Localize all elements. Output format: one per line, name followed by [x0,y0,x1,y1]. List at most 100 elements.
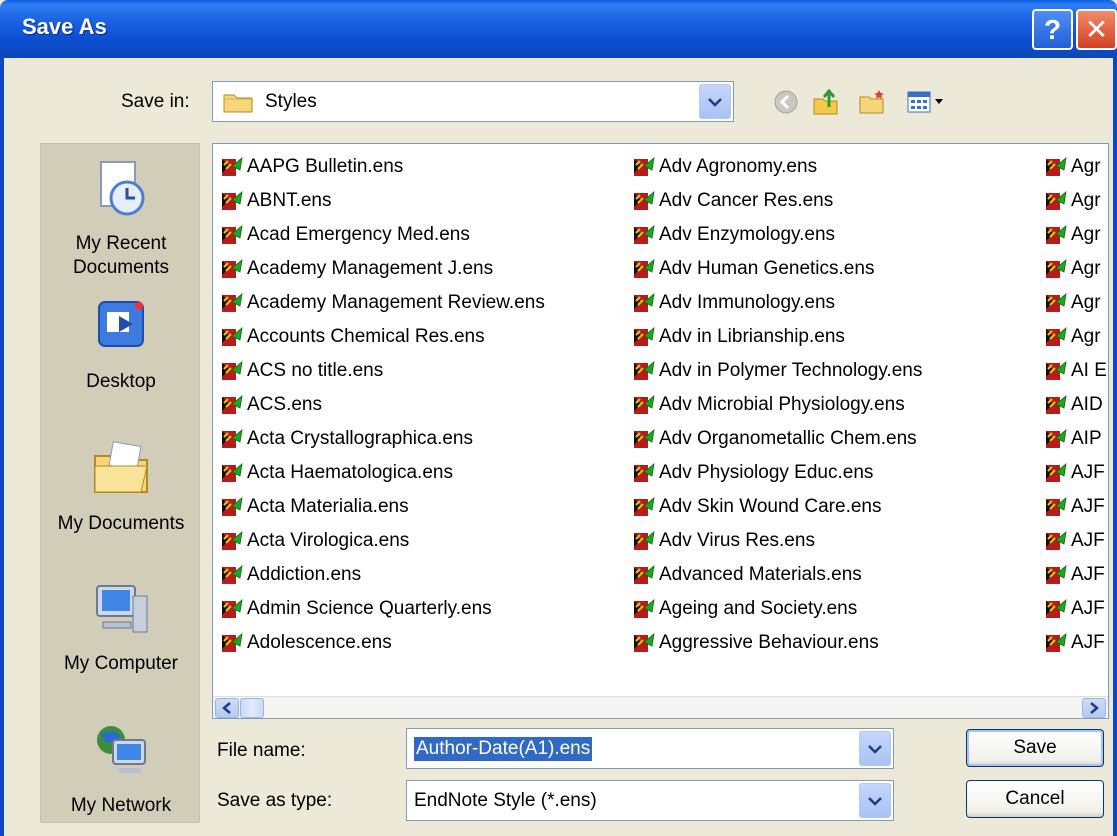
file-item[interactable]: Agr [1045,252,1107,286]
title-bar[interactable]: Save As ? ✕ [0,0,1117,58]
file-item[interactable]: AJF [1045,456,1107,490]
file-item[interactable]: Aggressive Behaviour.ens [633,626,922,660]
file-item[interactable]: Acta Haematologica.ens [221,456,545,490]
file-item[interactable]: Agr [1045,150,1107,184]
file-item[interactable]: AJF [1045,558,1107,592]
file-item[interactable]: AI E [1045,354,1107,388]
file-item[interactable]: Adv Organometallic Chem.ens [633,422,922,456]
save-button[interactable]: Save [966,729,1104,767]
file-item[interactable]: Adv Skin Wound Care.ens [633,490,922,524]
file-item[interactable]: Accounts Chemical Res.ens [221,320,545,354]
chevron-down-icon[interactable] [859,731,891,766]
file-item[interactable]: Acta Virologica.ens [221,524,545,558]
file-name: Accounts Chemical Res.ens [247,326,485,347]
endnote-style-file-icon [222,531,243,550]
save-in-dropdown[interactable]: Styles [212,81,734,122]
endnote-style-file-icon [634,395,655,414]
file-name-input[interactable]: Author-Date(A1).ens [406,728,894,769]
file-name: AID [1071,394,1103,415]
file-name: AJF [1071,462,1105,483]
file-item[interactable]: AID [1045,388,1107,422]
chevron-down-icon[interactable] [859,783,891,818]
endnote-style-file-icon [1046,565,1067,584]
file-name-value[interactable]: Author-Date(A1).ens [414,736,593,761]
scroll-thumb[interactable] [240,698,264,718]
file-item[interactable]: Acad Emergency Med.ens [221,218,545,252]
file-item[interactable]: Agr [1045,184,1107,218]
file-item[interactable]: Adv Physiology Educ.ens [633,456,922,490]
file-item[interactable]: Agr [1045,286,1107,320]
file-item[interactable]: Adv Immunology.ens [633,286,922,320]
file-name: Addiction.ens [247,564,362,585]
endnote-style-file-icon [634,531,655,550]
endnote-style-file-icon [634,463,655,482]
file-name: AI E [1071,360,1107,381]
file-item[interactable]: ACS no title.ens [221,354,545,388]
up-one-level-icon[interactable] [810,86,842,118]
file-item[interactable]: AJF [1045,490,1107,524]
file-name: AJF [1071,496,1105,517]
file-item[interactable]: AJF [1045,524,1107,558]
file-item[interactable]: AIP [1045,422,1107,456]
file-item[interactable]: Acta Materialia.ens [221,490,545,524]
file-item[interactable]: ACS.ens [221,388,545,422]
file-name: Adolescence.ens [247,632,392,653]
file-item[interactable]: Advanced Materials.ens [633,558,922,592]
save-as-type-dropdown[interactable]: EndNote Style (*.ens) [406,780,894,821]
file-item[interactable]: Adolescence.ens [221,626,545,660]
place-my-computer[interactable]: My Computer [41,576,201,676]
back-icon[interactable] [770,86,802,118]
file-name: Advanced Materials.ens [659,564,862,585]
endnote-style-file-icon [222,429,243,448]
place-desktop[interactable]: Desktop [41,294,201,394]
file-name: AAPG Bulletin.ens [247,156,404,177]
endnote-style-file-icon [634,259,655,278]
file-list[interactable]: AAPG Bulletin.ens ABNT.ens Acad Emergency … [212,143,1109,719]
endnote-style-file-icon [1046,293,1067,312]
file-item[interactable]: Admin Science Quarterly.ens [221,592,545,626]
file-item[interactable]: Adv Microbial Physiology.ens [633,388,922,422]
place-my-network[interactable]: My Network [41,718,201,818]
file-name: Adv in Polymer Technology.ens [659,360,923,381]
folder-icon [223,94,253,112]
file-item[interactable]: Adv Virus Res.ens [633,524,922,558]
endnote-style-file-icon [634,497,655,516]
file-item[interactable]: ABNT.ens [221,184,545,218]
new-folder-icon[interactable] [856,86,888,118]
file-item[interactable]: Adv Agronomy.ens [633,150,922,184]
file-item[interactable]: Adv in Librianship.ens [633,320,922,354]
file-name: Adv Virus Res.ens [659,530,815,551]
file-name: Academy Management Review.ens [247,292,545,313]
file-item[interactable]: AAPG Bulletin.ens [221,150,545,184]
endnote-style-file-icon [1046,225,1067,244]
file-item[interactable]: Ageing and Society.ens [633,592,922,626]
cancel-button[interactable]: Cancel [966,780,1104,818]
horizontal-scrollbar[interactable] [213,696,1108,718]
file-item[interactable]: Agr [1045,218,1107,252]
file-item[interactable]: Academy Management J.ens [221,252,545,286]
endnote-style-file-icon [222,259,243,278]
endnote-style-file-icon [222,463,243,482]
file-item[interactable]: Acta Crystallographica.ens [221,422,545,456]
scroll-left-icon[interactable] [215,698,239,718]
file-item[interactable]: Academy Management Review.ens [221,286,545,320]
file-item[interactable]: Adv Cancer Res.ens [633,184,922,218]
window-frame-right [1113,58,1117,836]
file-item[interactable]: Adv in Polymer Technology.ens [633,354,922,388]
close-button[interactable]: ✕ [1076,9,1117,50]
file-item[interactable]: Adv Human Genetics.ens [633,252,922,286]
file-name: AJF [1071,530,1105,551]
views-menu-icon[interactable] [904,86,952,118]
chevron-down-icon[interactable] [699,84,731,119]
file-item[interactable]: Agr [1045,320,1107,354]
file-item[interactable]: Addiction.ens [221,558,545,592]
file-item[interactable]: AJF [1045,592,1107,626]
place-my-recent-documents[interactable]: My Recent Documents [41,156,201,280]
file-name: AJF [1071,564,1105,585]
help-button[interactable]: ? [1032,9,1073,50]
place-my-documents[interactable]: My Documents [41,436,201,536]
place-label: Desktop [86,371,156,392]
scroll-right-icon[interactable] [1082,698,1106,718]
file-item[interactable]: Adv Enzymology.ens [633,218,922,252]
file-item[interactable]: AJF [1045,626,1107,660]
